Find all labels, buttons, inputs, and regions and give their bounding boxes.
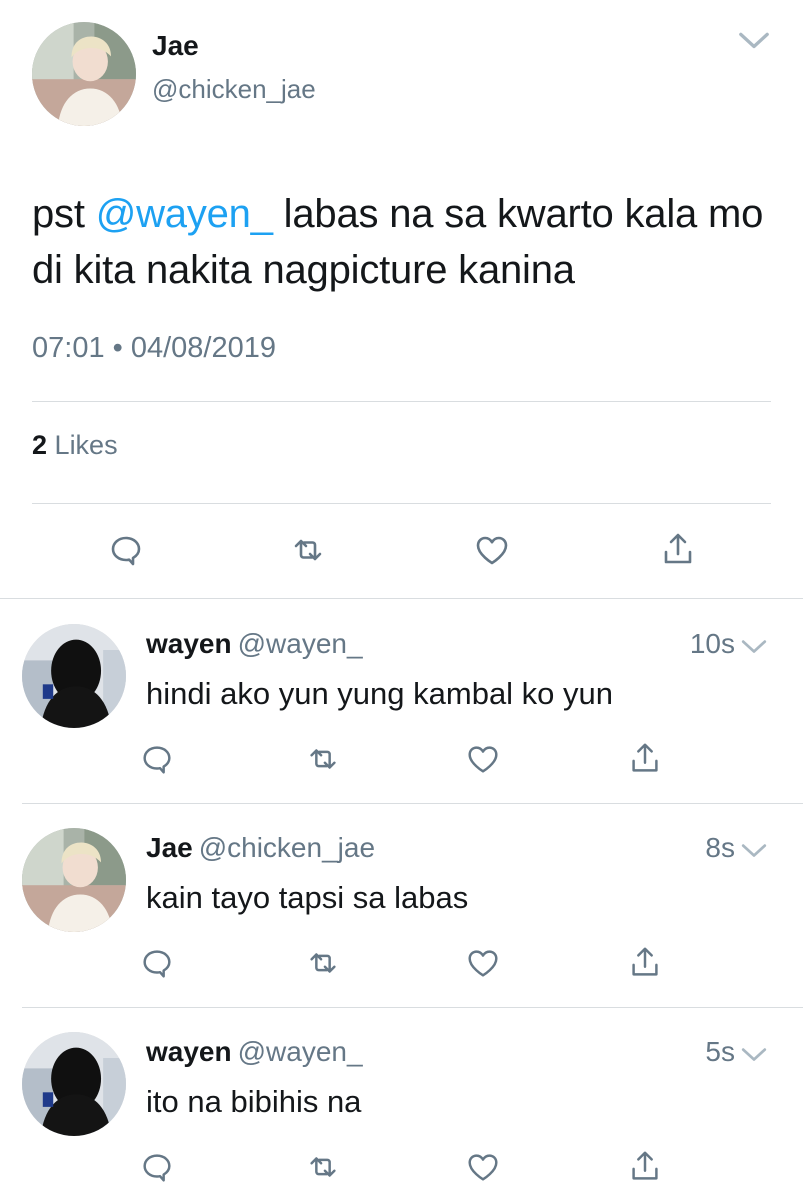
reply-header: wayen @wayen_ — [146, 1036, 363, 1068]
reply-header: wayen @wayen_ — [146, 628, 363, 660]
tweet-date: 04/08/2019 — [130, 332, 277, 364]
chevron-down-icon[interactable] — [740, 638, 768, 656]
avatar[interactable] — [22, 828, 126, 932]
share-icon[interactable] — [658, 530, 698, 570]
reply-author-handle[interactable]: @wayen_ — [238, 1036, 363, 1067]
reply-text: hindi ako yun yung kambal ko yun — [146, 676, 614, 711]
reply-header: Jae @chicken_jae — [146, 832, 375, 864]
reply-icon[interactable] — [138, 1148, 176, 1186]
main-tweet: Jae @chicken_jae pst @wayen_ labas na sa… — [0, 0, 803, 598]
like-icon[interactable] — [472, 530, 512, 570]
avatar[interactable] — [22, 1032, 126, 1136]
reply-time: 5s — [705, 1036, 735, 1067]
like-icon[interactable] — [464, 944, 502, 982]
retweet-icon[interactable] — [288, 530, 328, 570]
timestamp-separator: • — [112, 332, 123, 364]
like-icon[interactable] — [464, 1148, 502, 1186]
divider — [32, 401, 771, 402]
reply-time: 8s — [705, 832, 735, 863]
chevron-down-icon[interactable] — [740, 842, 768, 860]
like-icon[interactable] — [464, 740, 502, 778]
reply-author-handle[interactable]: @chicken_jae — [199, 832, 375, 863]
divider — [32, 503, 771, 504]
mention-link[interactable]: @wayen_ — [96, 192, 273, 236]
tweet-text: pst @wayen_ labas na sa kwarto kala mo d… — [32, 186, 777, 298]
tweet-time: 07:01 — [32, 332, 105, 364]
likes-label: Likes — [54, 430, 118, 460]
reply-time: 10s — [689, 628, 735, 659]
likes-count[interactable]: 2 Likes — [32, 430, 118, 461]
reply-icon[interactable] — [138, 740, 176, 778]
divider — [0, 598, 803, 599]
tweet-text-start: pst — [32, 192, 96, 236]
tweet-timestamp: 07:01 • 04/08/2019 — [32, 332, 276, 365]
reply-author-handle[interactable]: @wayen_ — [238, 628, 363, 659]
likes-number: 2 — [32, 430, 48, 460]
author-handle[interactable]: @chicken_jae — [152, 74, 316, 105]
reply-icon[interactable] — [138, 944, 176, 982]
reply-text: ito na bibihis na — [146, 1084, 362, 1119]
retweet-icon[interactable] — [304, 1148, 342, 1186]
reply-author-name[interactable]: wayen — [146, 628, 232, 659]
share-icon[interactable] — [626, 944, 664, 982]
reply-icon[interactable] — [106, 530, 146, 570]
author-name[interactable]: Jae — [152, 30, 199, 62]
reply-tweet[interactable]: wayen @wayen_ 5s ito na bibihis na — [0, 1008, 803, 1200]
share-icon[interactable] — [626, 1148, 664, 1186]
reply-author-name[interactable]: wayen — [146, 1036, 232, 1067]
reply-tweet[interactable]: Jae @chicken_jae 8s kain tayo tapsi sa la… — [0, 804, 803, 1008]
chevron-down-icon[interactable] — [735, 30, 773, 52]
reply-tweet[interactable]: wayen @wayen_ 10s hindi ako yun yung kamb… — [0, 600, 803, 804]
chevron-down-icon[interactable] — [740, 1046, 768, 1064]
retweet-icon[interactable] — [304, 944, 342, 982]
share-icon[interactable] — [626, 740, 664, 778]
avatar[interactable] — [32, 22, 136, 126]
avatar[interactable] — [22, 624, 126, 728]
reply-author-name[interactable]: Jae — [146, 832, 193, 863]
retweet-icon[interactable] — [304, 740, 342, 778]
reply-text: kain tayo tapsi sa labas — [146, 880, 469, 915]
